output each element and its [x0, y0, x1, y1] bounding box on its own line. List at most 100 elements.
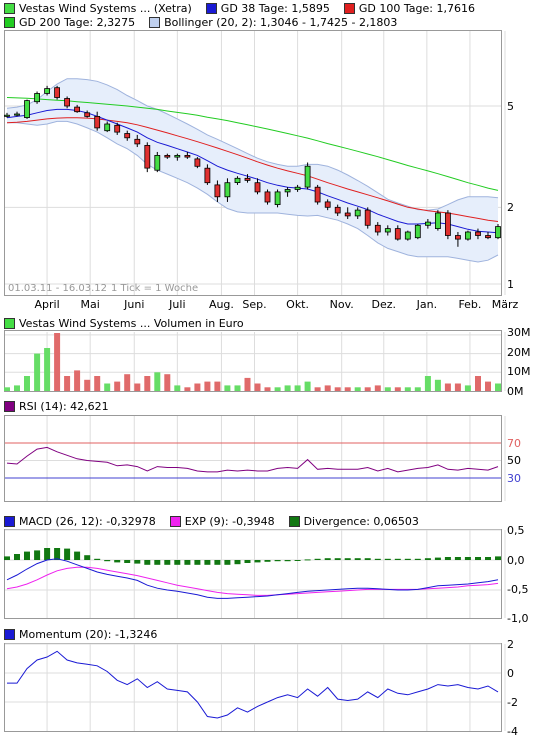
- month-label-2: Juni: [123, 298, 144, 311]
- divergence-bar-4: [44, 548, 51, 560]
- month-label-10: Feb.: [458, 298, 481, 311]
- momentum-y-tick-0: 0: [507, 667, 514, 680]
- divergence-bar-43: [434, 557, 441, 560]
- volume-bar-33: [334, 387, 341, 391]
- divergence-bar-25: [254, 560, 261, 563]
- candle-body-19: [194, 158, 201, 167]
- candle-body-36: [364, 209, 371, 226]
- candle-body-21: [214, 184, 221, 198]
- candle-body-29: [294, 186, 301, 190]
- volume-bar-29: [294, 385, 301, 391]
- divergence-bar-26: [264, 560, 271, 562]
- candle-body-41: [414, 224, 421, 239]
- price-y-tick-1: 1: [507, 278, 514, 291]
- month-label-6: Okt.: [286, 298, 309, 311]
- volume-bar-31: [314, 387, 321, 391]
- volume-bar-34: [344, 387, 351, 391]
- divergence-bar-9: [94, 558, 101, 560]
- volume-bar-44: [444, 383, 451, 391]
- volume-bar-49: [495, 383, 501, 391]
- volume-bar-47: [475, 376, 481, 391]
- volume-bar-14: [144, 376, 151, 391]
- divergence-bar-15: [154, 560, 161, 565]
- divergence-bar-6: [64, 548, 71, 560]
- divergence-bar-8: [84, 555, 91, 560]
- month-label-5: Sep.: [242, 298, 266, 311]
- divergence-bar-41: [414, 558, 421, 560]
- candle-body-6: [64, 98, 70, 107]
- volume-bar-26: [264, 387, 271, 391]
- month-label-0: April: [35, 298, 60, 311]
- momentum-y-tick-neg-2: -2: [507, 696, 518, 709]
- rsi-y-tick-30: 30: [507, 472, 521, 485]
- candle-body-47: [475, 231, 481, 236]
- volume-bar-27: [274, 387, 281, 391]
- volume-bar-12: [124, 374, 131, 391]
- candle-body-25: [254, 182, 261, 193]
- volume-bar-16: [164, 374, 171, 391]
- volume-bar-45: [454, 383, 461, 391]
- volume-bar-23: [234, 385, 241, 391]
- divergence-bar-48: [485, 557, 491, 560]
- month-label-3: Juli: [168, 298, 185, 311]
- volume-bar-8: [84, 379, 91, 391]
- candle-body-10: [104, 123, 111, 132]
- price-y-tick-5: 5: [507, 100, 514, 113]
- volume-bar-43: [434, 379, 441, 391]
- volume-bar-4: [44, 348, 51, 391]
- volume-bar-9: [94, 376, 101, 391]
- volume-y-tick-20m: 20M: [507, 346, 531, 359]
- candle-body-27: [274, 191, 281, 205]
- divergence-bar-0: [4, 556, 10, 560]
- candle-body-0: [4, 114, 10, 117]
- divergence-bar-2: [24, 551, 30, 560]
- divergence-bar-7: [74, 551, 81, 560]
- volume-bar-46: [464, 385, 471, 391]
- divergence-bar-16: [164, 560, 171, 565]
- divergence-bar-37: [374, 558, 381, 560]
- candle-body-20: [204, 167, 211, 184]
- candle-body-42: [424, 221, 431, 226]
- candle-body-16: [164, 154, 171, 158]
- candle-body-45: [454, 235, 461, 240]
- month-label-8: Dez.: [372, 298, 397, 311]
- volume-bar-42: [424, 376, 431, 391]
- candle-body-7: [74, 106, 80, 113]
- divergence-bar-47: [475, 557, 481, 560]
- candle-body-5: [54, 87, 60, 98]
- candle-body-8: [84, 112, 91, 117]
- divergence-bar-31: [314, 558, 321, 560]
- candle-body-11: [114, 124, 121, 133]
- momentum-y-tick-2: 2: [507, 638, 514, 651]
- macd-y-tick-0-0: 0,0: [507, 554, 525, 567]
- divergence-bar-22: [224, 560, 231, 565]
- volume-bar-19: [194, 383, 201, 391]
- month-label-9: Jan.: [416, 298, 437, 311]
- candle-body-1: [14, 113, 20, 116]
- divergence-bar-20: [204, 560, 211, 565]
- divergence-bar-28: [284, 560, 291, 562]
- date-range-label: 01.03.11 - 16.03.12: [8, 283, 107, 294]
- volume-bar-25: [254, 383, 261, 391]
- divergence-bar-30: [304, 559, 311, 561]
- divergence-bar-14: [144, 560, 151, 565]
- divergence-bar-3: [34, 550, 41, 560]
- volume-bar-15: [154, 372, 161, 391]
- month-label-4: Aug.: [209, 298, 234, 311]
- volume-bar-30: [304, 381, 311, 391]
- divergence-bar-12: [124, 560, 131, 563]
- candle-body-17: [174, 154, 181, 158]
- candle-body-18: [184, 154, 191, 158]
- volume-bar-35: [354, 387, 361, 391]
- volume-bar-11: [114, 381, 121, 391]
- candle-body-35: [354, 209, 361, 217]
- divergence-bar-19: [194, 560, 201, 565]
- candle-body-38: [384, 228, 391, 233]
- candle-body-9: [94, 116, 101, 129]
- divergence-bar-5: [54, 548, 61, 560]
- volume-bar-7: [74, 370, 81, 391]
- volume-y-tick-30m: 30M: [507, 326, 531, 339]
- volume-bar-41: [414, 387, 421, 391]
- rsi-y-tick-70: 70: [507, 437, 521, 450]
- candle-body-44: [444, 212, 451, 236]
